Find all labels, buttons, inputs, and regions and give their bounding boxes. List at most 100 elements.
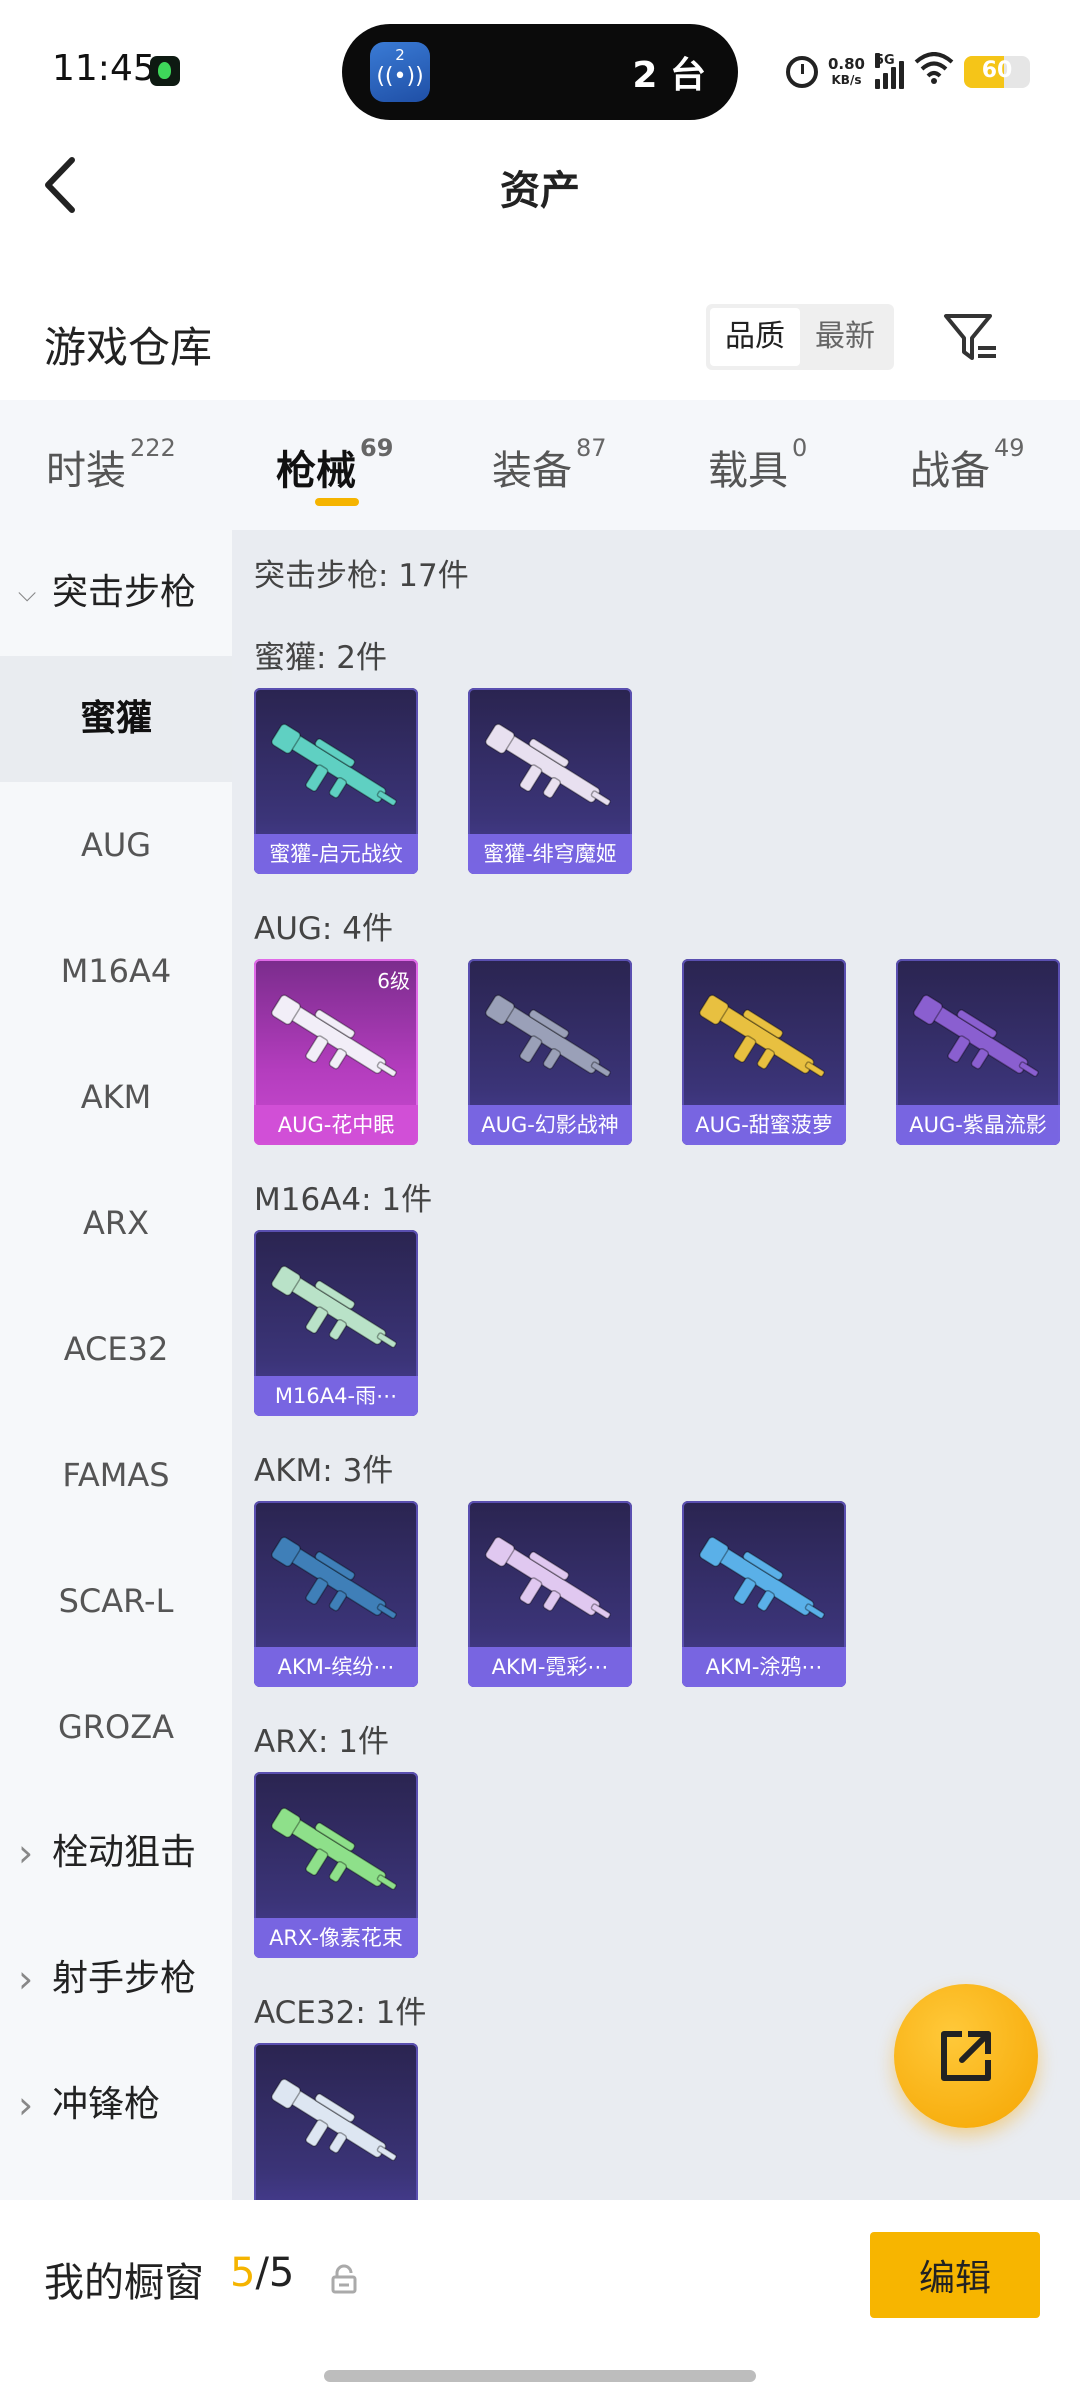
- network-speed: 0.80 KB/s: [827, 55, 865, 87]
- weapon-name: AUG-幻影战神: [468, 1105, 632, 1145]
- lock-icon: [330, 2264, 358, 2294]
- sidebar-item-label: AKM: [80, 1078, 152, 1116]
- weapon-skin-image: [485, 723, 611, 807]
- group-heading: ARX: 1件: [254, 1724, 390, 1760]
- weapon-name: ARX-像素花束: [254, 1918, 418, 1958]
- sidebar-item[interactable]: M16A4: [0, 908, 232, 1034]
- weapon-skin-image: [271, 723, 397, 807]
- sidebar-item-label: GROZA: [57, 1708, 175, 1746]
- edit-button[interactable]: 编辑: [870, 2232, 1040, 2318]
- weapon-skin-image: [699, 994, 825, 1078]
- weapon-card[interactable]: 蜜獾-绯穹魔姬: [468, 688, 632, 874]
- dynamic-island[interactable]: 2 ((•)) 2 台: [342, 24, 738, 120]
- weapon-card[interactable]: AKM-涂鸦⋯: [682, 1501, 846, 1687]
- weapon-card[interactable]: AKM-缤纷⋯: [254, 1501, 418, 1687]
- sidebar-item[interactable]: FAMAS: [0, 1412, 232, 1538]
- chevron-right-icon: ›: [18, 1957, 34, 2001]
- weapon-card[interactable]: AUG-紫晶流影: [896, 959, 1060, 1145]
- weapon-skin-image: [485, 1536, 611, 1620]
- sidebar-category[interactable]: › 射手步枪: [0, 1916, 232, 2042]
- weapon-skin-image: [271, 1265, 397, 1349]
- weapon-name: AUG-紫晶流影: [896, 1105, 1060, 1145]
- chevron-down-icon: ⌵: [18, 579, 37, 607]
- status-icons: 0.80 KB/s 5G 60: [785, 50, 1030, 94]
- island-text: 2 台: [632, 55, 706, 96]
- showcase-count: 5/5: [230, 2250, 295, 2296]
- tab-fashion[interactable]: 时装 222: [46, 434, 176, 496]
- sort-newest[interactable]: 最新: [800, 308, 890, 366]
- weapon-card[interactable]: AUG-幻影战神: [468, 959, 632, 1145]
- weapon-card[interactable]: 6级 AUG-花中眠: [254, 959, 418, 1145]
- group-heading: AUG: 4件: [254, 911, 393, 947]
- page-title: 资产: [500, 168, 580, 214]
- sort-toggle[interactable]: 品质 最新: [706, 304, 894, 370]
- category-total: 突击步枪: 17件: [254, 558, 469, 594]
- sidebar-item-label: 射手步枪: [52, 1958, 197, 1999]
- weapon-skin-image: [913, 994, 1039, 1078]
- weapon-name: AUG-花中眠: [254, 1105, 418, 1145]
- chevron-right-icon: ›: [18, 2083, 34, 2127]
- weapon-name: AUG-甜蜜菠萝: [682, 1105, 846, 1145]
- sidebar-item-label: 冲锋枪: [52, 2084, 161, 2125]
- level-badge: 6级: [377, 969, 410, 993]
- sidebar-item[interactable]: SCAR-L: [0, 1538, 232, 1664]
- sidebar-item-label: SCAR-L: [58, 1582, 174, 1620]
- weapon-skin-image: [271, 2078, 397, 2162]
- weapon-card[interactable]: AUG-甜蜜菠萝: [682, 959, 846, 1145]
- tab-vehicles[interactable]: 载具 0: [708, 434, 807, 496]
- weapon-skin-image: [699, 1536, 825, 1620]
- filter-icon[interactable]: [940, 308, 1000, 368]
- sidebar-item[interactable]: GROZA: [0, 1664, 232, 1790]
- weapon-name: AKM-涂鸦⋯: [682, 1647, 846, 1687]
- weapon-skin-image: [271, 1807, 397, 1891]
- weapon-name: M16A4-雨⋯: [254, 1376, 418, 1416]
- group-heading: AKM: 3件: [254, 1453, 394, 1489]
- group-heading: M16A4: 1件: [254, 1182, 433, 1218]
- tab-tactical[interactable]: 战备 49: [910, 434, 1025, 496]
- app-notification-icon: [150, 56, 180, 86]
- wifi-icon: [914, 52, 954, 92]
- sidebar-category[interactable]: › 冲锋枪: [0, 2042, 232, 2168]
- weapon-card[interactable]: AKM-霓彩⋯: [468, 1501, 632, 1687]
- weapon-card[interactable]: M16A4-雨⋯: [254, 1230, 418, 1416]
- sidebar-item[interactable]: 蜜獾: [0, 656, 232, 782]
- sidebar-category[interactable]: ⌵ 突击步枪: [0, 530, 232, 656]
- alarm-icon: [785, 56, 818, 88]
- weapon-name: 蜜獾-绯穹魔姬: [468, 834, 632, 874]
- sidebar-item[interactable]: AUG: [0, 782, 232, 908]
- weapon-card[interactable]: ARX-像素花束: [254, 1772, 418, 1958]
- sidebar-item-label: ACE32: [63, 1330, 169, 1368]
- sidebar-category[interactable]: › 栓动狙击: [0, 1790, 232, 1916]
- broadcast-icon: 2 ((•)): [370, 42, 430, 102]
- sort-quality[interactable]: 品质: [710, 308, 800, 366]
- signal-icon: 5G: [875, 53, 904, 89]
- status-time: 11:45: [52, 48, 156, 89]
- tab-firearms[interactable]: 枪械 69: [276, 434, 393, 496]
- weapon-card[interactable]: 蜜獾-启元战纹: [254, 688, 418, 874]
- sidebar-item[interactable]: ACE32: [0, 1286, 232, 1412]
- share-button[interactable]: [894, 1984, 1038, 2128]
- weapon-card[interactable]: [254, 2043, 418, 2200]
- share-external-icon: [941, 2031, 991, 2081]
- sidebar-item[interactable]: ARX: [0, 1160, 232, 1286]
- weapon-name: AKM-霓彩⋯: [468, 1647, 632, 1687]
- weapon-name: AKM-缤纷⋯: [254, 1647, 418, 1687]
- sidebar-item[interactable]: AKM: [0, 1034, 232, 1160]
- group-heading: ACE32: 1件: [254, 1995, 427, 2031]
- sidebar-item-label: ARX: [82, 1204, 150, 1242]
- sidebar-item-label: 蜜獾: [79, 698, 152, 739]
- sidebar-item-label: M16A4: [60, 952, 172, 990]
- battery-icon: 60: [964, 56, 1030, 88]
- section-title: 游戏仓库: [44, 323, 213, 372]
- group-heading: 蜜獾: 2件: [254, 640, 388, 676]
- showcase-bar: 我的橱窗 5/5 编辑: [0, 2200, 1080, 2400]
- home-indicator[interactable]: [324, 2370, 756, 2382]
- active-tab-indicator: [315, 498, 359, 506]
- sidebar-item-label: 栓动狙击: [52, 1832, 197, 1873]
- tab-equipment[interactable]: 装备 87: [492, 434, 607, 496]
- sidebar-item-label: AUG: [80, 826, 152, 864]
- sidebar: ⌵ 突击步枪蜜獾 AUG M16A4 AKM ARX ACE32 FAMAS SCAR-L GRO…: [0, 530, 232, 2200]
- weapon-skin-image: [271, 994, 397, 1078]
- category-tabs: 时装 222 枪械 69 装备 87 载具 0 战备 49: [0, 400, 1080, 530]
- weapon-skin-image: [271, 1536, 397, 1620]
